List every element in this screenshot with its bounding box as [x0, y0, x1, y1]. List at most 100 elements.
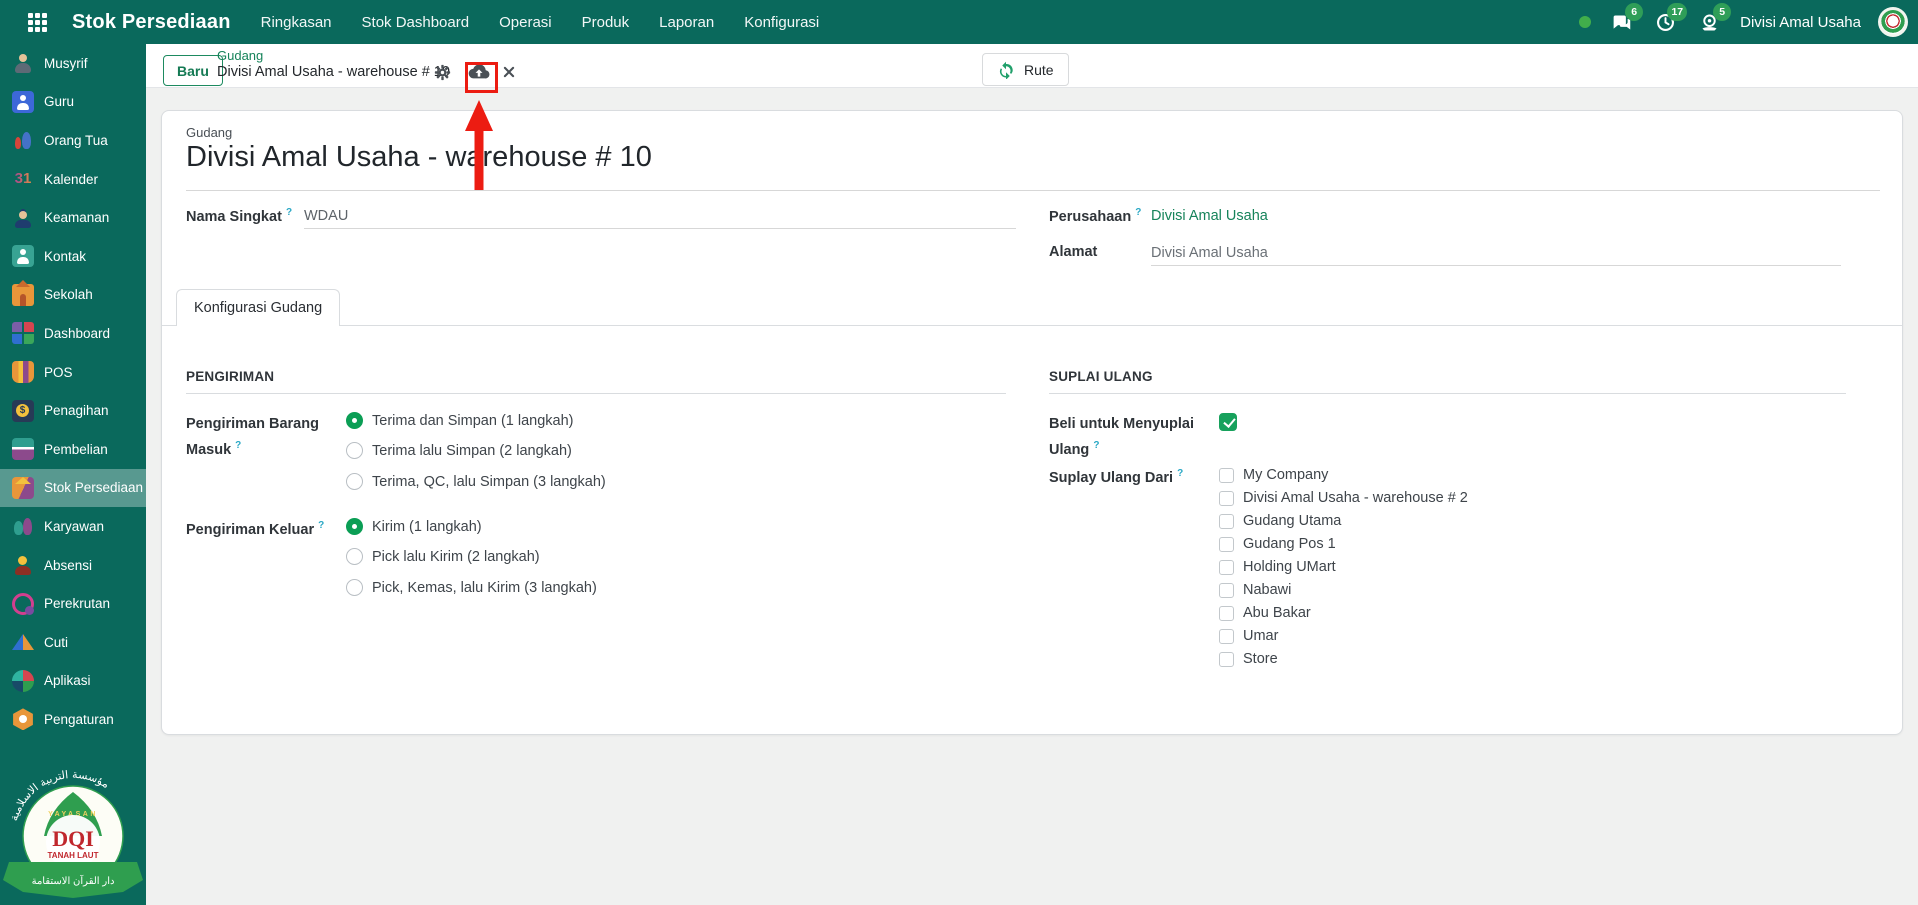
- sidebar-item-kalender[interactable]: 31Kalender: [0, 160, 146, 199]
- sidebar-item-pos[interactable]: POS: [0, 353, 146, 392]
- sidebar-item-stok-persediaan[interactable]: Stok Persediaan: [0, 469, 146, 508]
- checkbox-nabawi[interactable]: Nabawi: [1219, 582, 1291, 598]
- sidebar-item-label: Pembelian: [44, 442, 108, 457]
- help-marker: ?: [235, 440, 241, 451]
- menu-produk[interactable]: Produk: [582, 14, 630, 31]
- sidebar-item-aplikasi[interactable]: Aplikasi: [0, 662, 146, 701]
- discard-changes-button[interactable]: [502, 65, 516, 84]
- organization-logo: مؤسسة التربية الاسلامية YAYASAN DQI TANA…: [0, 744, 146, 905]
- checkbox-box[interactable]: [1219, 560, 1234, 575]
- address-input[interactable]: Divisi Amal Usaha: [1151, 245, 1841, 266]
- menu-operasi[interactable]: Operasi: [499, 14, 552, 31]
- logo-acronym: DQI: [52, 826, 94, 851]
- help-marker: ?: [1135, 207, 1141, 218]
- company-label: Perusahaan ?: [1049, 207, 1141, 225]
- apps-grid-icon[interactable]: [28, 13, 47, 32]
- radio-outgoing-1step[interactable]: Kirim (1 langkah): [346, 518, 482, 535]
- radio-incoming-1step[interactable]: Terima dan Simpan (1 langkah): [346, 412, 574, 429]
- sidebar-item-karyawan[interactable]: Karyawan: [0, 507, 146, 546]
- checkbox-holding-umart[interactable]: Holding UMart: [1219, 559, 1336, 575]
- radio-unselected[interactable]: [346, 473, 363, 490]
- sidebar-item-musyrif[interactable]: Musyrif: [0, 44, 146, 83]
- screen: Stok Persediaan Ringkasan Stok Dashboard…: [0, 0, 1918, 905]
- warehouse-name-input[interactable]: Divisi Amal Usaha - warehouse # 10: [186, 141, 1880, 191]
- checkbox-box[interactable]: [1219, 606, 1234, 621]
- annotation-arrow-up: [461, 98, 499, 190]
- sidebar-item-label: Orang Tua: [44, 133, 108, 148]
- radio-selected[interactable]: [346, 412, 363, 429]
- menu-laporan[interactable]: Laporan: [659, 14, 714, 31]
- checkbox-store[interactable]: Store: [1219, 651, 1278, 667]
- new-button[interactable]: Baru: [163, 55, 223, 86]
- buy-to-resupply-checkbox[interactable]: [1219, 413, 1237, 431]
- contacts-icon: [12, 245, 34, 267]
- resupply-from-label: Suplay Ulang Dari ?: [1049, 468, 1183, 486]
- route-smart-button[interactable]: Rute: [982, 53, 1069, 86]
- sidebar-item-kontak[interactable]: Kontak: [0, 237, 146, 276]
- sidebar-item-label: Sekolah: [44, 287, 93, 302]
- checkbox-box[interactable]: [1219, 583, 1234, 598]
- sidebar-item-cuti[interactable]: Cuti: [0, 623, 146, 662]
- checkbox-box[interactable]: [1219, 629, 1234, 644]
- time-off-icon: [12, 631, 34, 653]
- section-suplai-ulang: SUPLAI ULANG: [1049, 369, 1846, 394]
- sidebar-item-sekolah[interactable]: Sekolah: [0, 276, 146, 315]
- checkbox-box[interactable]: [1219, 652, 1234, 667]
- settings-icon: [12, 708, 34, 730]
- menu-stok-dashboard[interactable]: Stok Dashboard: [362, 14, 470, 31]
- checkbox-gudang-pos-1[interactable]: Gudang Pos 1: [1219, 536, 1336, 552]
- help-marker: ?: [318, 520, 324, 531]
- radio-selected[interactable]: [346, 518, 363, 535]
- activities-badge: 17: [1667, 3, 1687, 21]
- short-name-input[interactable]: WDAU: [304, 208, 1016, 229]
- orang-tua-icon: [12, 129, 34, 151]
- radio-unselected[interactable]: [346, 579, 363, 596]
- sidebar-item-penagihan[interactable]: Penagihan: [0, 391, 146, 430]
- sidebar-item-absensi[interactable]: Absensi: [0, 546, 146, 585]
- online-status-dot: [1579, 16, 1591, 28]
- activities-button[interactable]: 17: [1652, 9, 1679, 36]
- app-title[interactable]: Stok Persediaan: [72, 11, 231, 34]
- snailmail-button[interactable]: 5: [1696, 9, 1723, 36]
- user-menu[interactable]: Divisi Amal Usaha: [1740, 14, 1861, 31]
- checkbox-abu-bakar[interactable]: Abu Bakar: [1219, 605, 1311, 621]
- breadcrumb-model-link[interactable]: Gudang: [217, 48, 263, 63]
- purchase-icon: [12, 438, 34, 460]
- sidebar-item-pengaturan[interactable]: Pengaturan: [0, 700, 146, 739]
- menu-konfigurasi[interactable]: Konfigurasi: [744, 14, 819, 31]
- messages-button[interactable]: 6: [1608, 9, 1635, 36]
- sidebar-item-perekrutan[interactable]: Perekrutan: [0, 584, 146, 623]
- menu-ringkasan[interactable]: Ringkasan: [261, 14, 332, 31]
- logo-arabic-bottom: دار القرآن الاستقامة: [32, 874, 115, 887]
- topbar-right: 6 17 5 Divisi Amal Usaha: [1579, 7, 1918, 37]
- radio-incoming-3step[interactable]: Terima, QC, lalu Simpan (3 langkah): [346, 473, 606, 490]
- sidebar-item-keamanan[interactable]: Keamanan: [0, 198, 146, 237]
- sidebar-item-guru[interactable]: Guru: [0, 83, 146, 122]
- checkbox-box[interactable]: [1219, 468, 1234, 483]
- record-settings-gear-button[interactable]: [434, 64, 451, 86]
- control-panel: Baru Gudang Divisi Amal Usaha - warehous…: [146, 44, 1918, 88]
- checkbox-my-company[interactable]: My Company: [1219, 467, 1328, 483]
- checkbox-box[interactable]: [1219, 537, 1234, 552]
- checkbox-box[interactable]: [1219, 514, 1234, 529]
- radio-outgoing-2step[interactable]: Pick lalu Kirim (2 langkah): [346, 548, 540, 565]
- pos-icon: [12, 361, 34, 383]
- radio-unselected[interactable]: [346, 442, 363, 459]
- avatar-logo: [1881, 10, 1905, 34]
- checkbox-gudang-utama[interactable]: Gudang Utama: [1219, 513, 1341, 529]
- radio-incoming-2step[interactable]: Terima lalu Simpan (2 langkah): [346, 442, 572, 459]
- record-type-label: Gudang: [186, 125, 232, 140]
- company-link[interactable]: Divisi Amal Usaha: [1151, 208, 1268, 224]
- checkbox-dau-warehouse-2[interactable]: Divisi Amal Usaha - warehouse # 2: [1219, 490, 1468, 506]
- sidebar-item-orang-tua[interactable]: Orang Tua: [0, 121, 146, 160]
- radio-unselected[interactable]: [346, 548, 363, 565]
- sidebar-item-dashboard[interactable]: Dashboard: [0, 314, 146, 353]
- avatar[interactable]: [1878, 7, 1908, 37]
- checkbox-umar[interactable]: Umar: [1219, 628, 1278, 644]
- checkbox-box[interactable]: [1219, 491, 1234, 506]
- section-pengiriman: PENGIRIMAN: [186, 369, 1006, 394]
- radio-outgoing-3step[interactable]: Pick, Kemas, lalu Kirim (3 langkah): [346, 579, 597, 596]
- sidebar-item-pembelian[interactable]: Pembelian: [0, 430, 146, 469]
- tab-konfigurasi-gudang[interactable]: Konfigurasi Gudang: [176, 289, 340, 326]
- notebook-divider: [162, 325, 1902, 326]
